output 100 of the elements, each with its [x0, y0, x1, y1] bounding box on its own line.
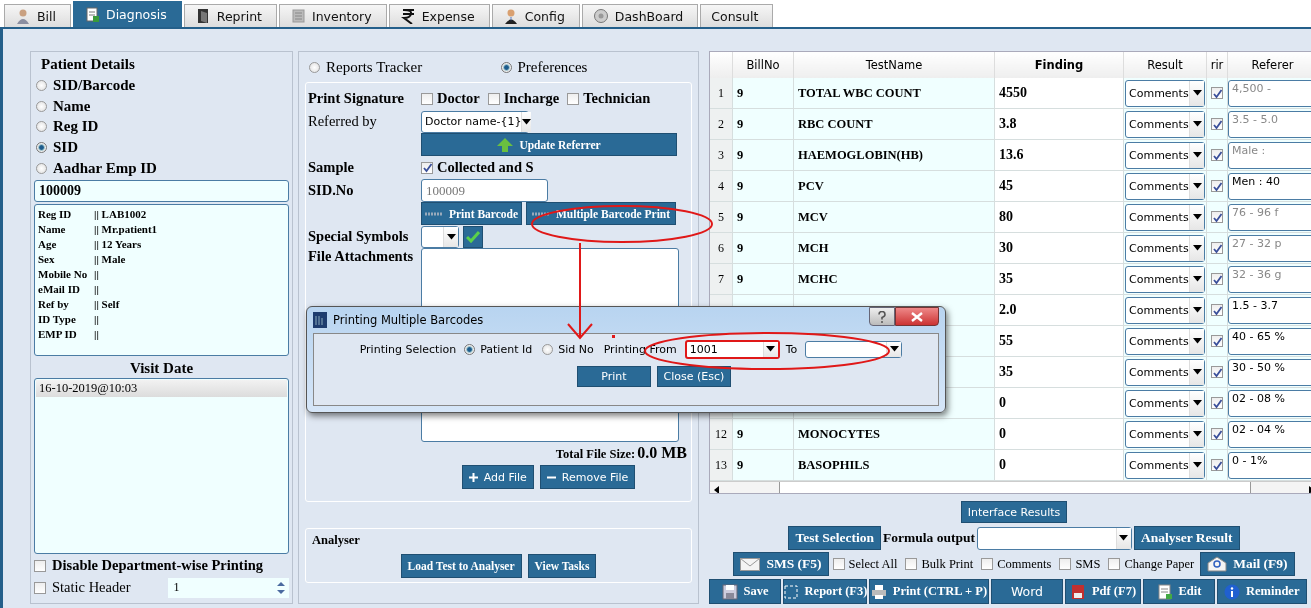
finding-cell[interactable]: 55: [994, 325, 1124, 357]
file-size-value: 0.0 MB: [637, 444, 687, 462]
from-dropdown[interactable]: 1001: [684, 339, 780, 359]
option-label: Name: [53, 97, 91, 115]
field-label: Print Signature: [307, 90, 405, 107]
action-button[interactable]: Print (CTRL + P): [869, 579, 989, 604]
tab[interactable]: Bill: [4, 4, 71, 27]
finding-cell[interactable]: 35: [994, 263, 1124, 295]
remove-file-button[interactable]: Remove File: [539, 465, 636, 489]
result-dropdown[interactable]: Comments: [1125, 389, 1205, 417]
finding-cell[interactable]: 0: [994, 418, 1124, 450]
reference-field[interactable]: 1.5 - 3.7: [1228, 296, 1311, 324]
finding-cell[interactable]: 3.8: [994, 108, 1124, 140]
analyser-button[interactable]: Load Test to Analyser: [400, 554, 522, 578]
option-label: SID/Barcode: [53, 76, 136, 94]
row-number: 4: [710, 170, 733, 202]
result-dropdown[interactable]: Comments: [1125, 265, 1205, 293]
reference-field[interactable]: 27 - 32 p: [1228, 234, 1311, 262]
sms-button[interactable]: SMS (F5): [733, 552, 829, 576]
visit-date-list[interactable]: 16-10-2019@10:03: [34, 377, 289, 554]
option-label: Reports Tracker: [326, 58, 423, 76]
tab[interactable]: DashBoard: [581, 4, 699, 27]
finding-cell[interactable]: 0: [994, 387, 1124, 419]
number-field[interactable]: 1: [167, 577, 289, 598]
action-button[interactable]: Reminder: [1217, 579, 1307, 604]
section-title: Analyser: [312, 533, 361, 548]
finding-cell[interactable]: 2.0: [994, 294, 1124, 326]
table-cell: MCH: [793, 232, 995, 264]
dialog-button[interactable]: Print: [577, 366, 651, 387]
table-cell: 9: [732, 263, 794, 295]
table-cell: 9: [732, 232, 794, 264]
result-dropdown[interactable]: Comments: [1125, 234, 1205, 262]
option-label: Static Header: [52, 579, 132, 597]
reference-field[interactable]: 3.5 - 5.0: [1228, 110, 1311, 138]
reference-field[interactable]: 32 - 36 g: [1228, 265, 1311, 293]
result-dropdown[interactable]: Comments: [1125, 296, 1205, 324]
search-field[interactable]: 100009: [34, 179, 289, 202]
action-button[interactable]: Word: [991, 579, 1063, 604]
update-referrer-button[interactable]: Update Referrer: [421, 133, 677, 156]
result-dropdown[interactable]: Comments: [1125, 358, 1205, 386]
action-button[interactable]: Report (F3): [783, 579, 867, 604]
reference-field[interactable]: 02 - 08 %: [1228, 389, 1311, 417]
reference-field[interactable]: 0 - 1%: [1228, 451, 1311, 479]
sid-field[interactable]: 100009: [421, 179, 548, 202]
result-dropdown[interactable]: Comments: [1125, 79, 1205, 107]
info-label: Name: [38, 223, 67, 236]
mail-button[interactable]: Mail (F9): [1200, 552, 1295, 576]
column-header: BillNo: [732, 52, 794, 78]
tab[interactable]: Config: [491, 4, 580, 27]
field-label: Special Symbols: [307, 228, 410, 245]
info-label: Reg ID: [38, 208, 73, 221]
result-dropdown[interactable]: Comments: [1125, 203, 1205, 231]
result-dropdown[interactable]: Comments: [1125, 451, 1205, 479]
result-dropdown[interactable]: Comments: [1125, 327, 1205, 355]
action-button[interactable]: Save: [709, 579, 781, 604]
finding-cell[interactable]: 4550: [994, 78, 1124, 109]
reference-field[interactable]: Male :: [1228, 141, 1311, 169]
reference-field[interactable]: Men : 40: [1228, 172, 1311, 200]
finding-cell[interactable]: 0: [994, 449, 1124, 481]
referrer-dropdown[interactable]: Doctor name-{1}: [421, 110, 529, 133]
test-selection-button[interactable]: Test Selection: [788, 526, 882, 550]
finding-cell[interactable]: 45: [994, 170, 1124, 202]
info-value: || Male: [94, 253, 126, 266]
result-dropdown[interactable]: Comments: [1125, 172, 1205, 200]
analyser-result-button[interactable]: Analyser Result: [1133, 526, 1240, 550]
result-dropdown[interactable]: Comments: [1125, 141, 1205, 169]
dialog-button[interactable]: Close (Esc): [657, 366, 731, 387]
finding-cell[interactable]: 35: [994, 356, 1124, 388]
finding-cell[interactable]: 13.6: [994, 139, 1124, 171]
option-label: Preferences: [517, 58, 588, 76]
option-label: Select All: [848, 556, 898, 572]
reference-field[interactable]: 76 - 96 f: [1228, 203, 1311, 231]
print-barcode-button[interactable]: Print Barcode: [421, 202, 522, 225]
column-header: Result: [1123, 52, 1207, 78]
action-button[interactable]: Pdf (F7): [1065, 579, 1141, 604]
interface-results-button[interactable]: Interface Results: [960, 501, 1068, 524]
tab[interactable]: Inventory: [278, 4, 387, 27]
result-dropdown[interactable]: Comments: [1125, 110, 1205, 138]
info-label: Age: [38, 238, 58, 251]
finding-cell[interactable]: 80: [994, 201, 1124, 233]
result-dropdown[interactable]: Comments: [1125, 420, 1205, 448]
add-file-button[interactable]: Add File: [461, 465, 534, 489]
table-cell: 9: [732, 139, 794, 171]
finding-cell[interactable]: 30: [994, 232, 1124, 264]
row-number: 13: [710, 449, 733, 481]
visit-date-item[interactable]: 16-10-2019@10:03: [36, 379, 287, 397]
analyser-button[interactable]: View Tasks: [527, 554, 597, 578]
reference-field[interactable]: 40 - 65 %: [1228, 327, 1311, 355]
tab[interactable]: Diagnosis: [73, 1, 182, 27]
action-button[interactable]: Edit: [1143, 579, 1215, 604]
tab[interactable]: Expense: [388, 4, 490, 27]
multiple-barcode-print-button[interactable]: Multiple Barcode Print: [526, 202, 676, 225]
option-label: SID: [53, 139, 78, 157]
tab[interactable]: Consult: [700, 4, 774, 27]
reference-field[interactable]: 30 - 50 %: [1228, 358, 1311, 386]
option-label: Aadhar Emp ID: [53, 159, 157, 177]
field-label: Printing Selection: [359, 342, 457, 356]
tab[interactable]: Reprint: [183, 4, 277, 27]
reference-field[interactable]: 02 - 04 %: [1228, 420, 1311, 448]
reference-field[interactable]: 4,500 -: [1228, 79, 1311, 107]
